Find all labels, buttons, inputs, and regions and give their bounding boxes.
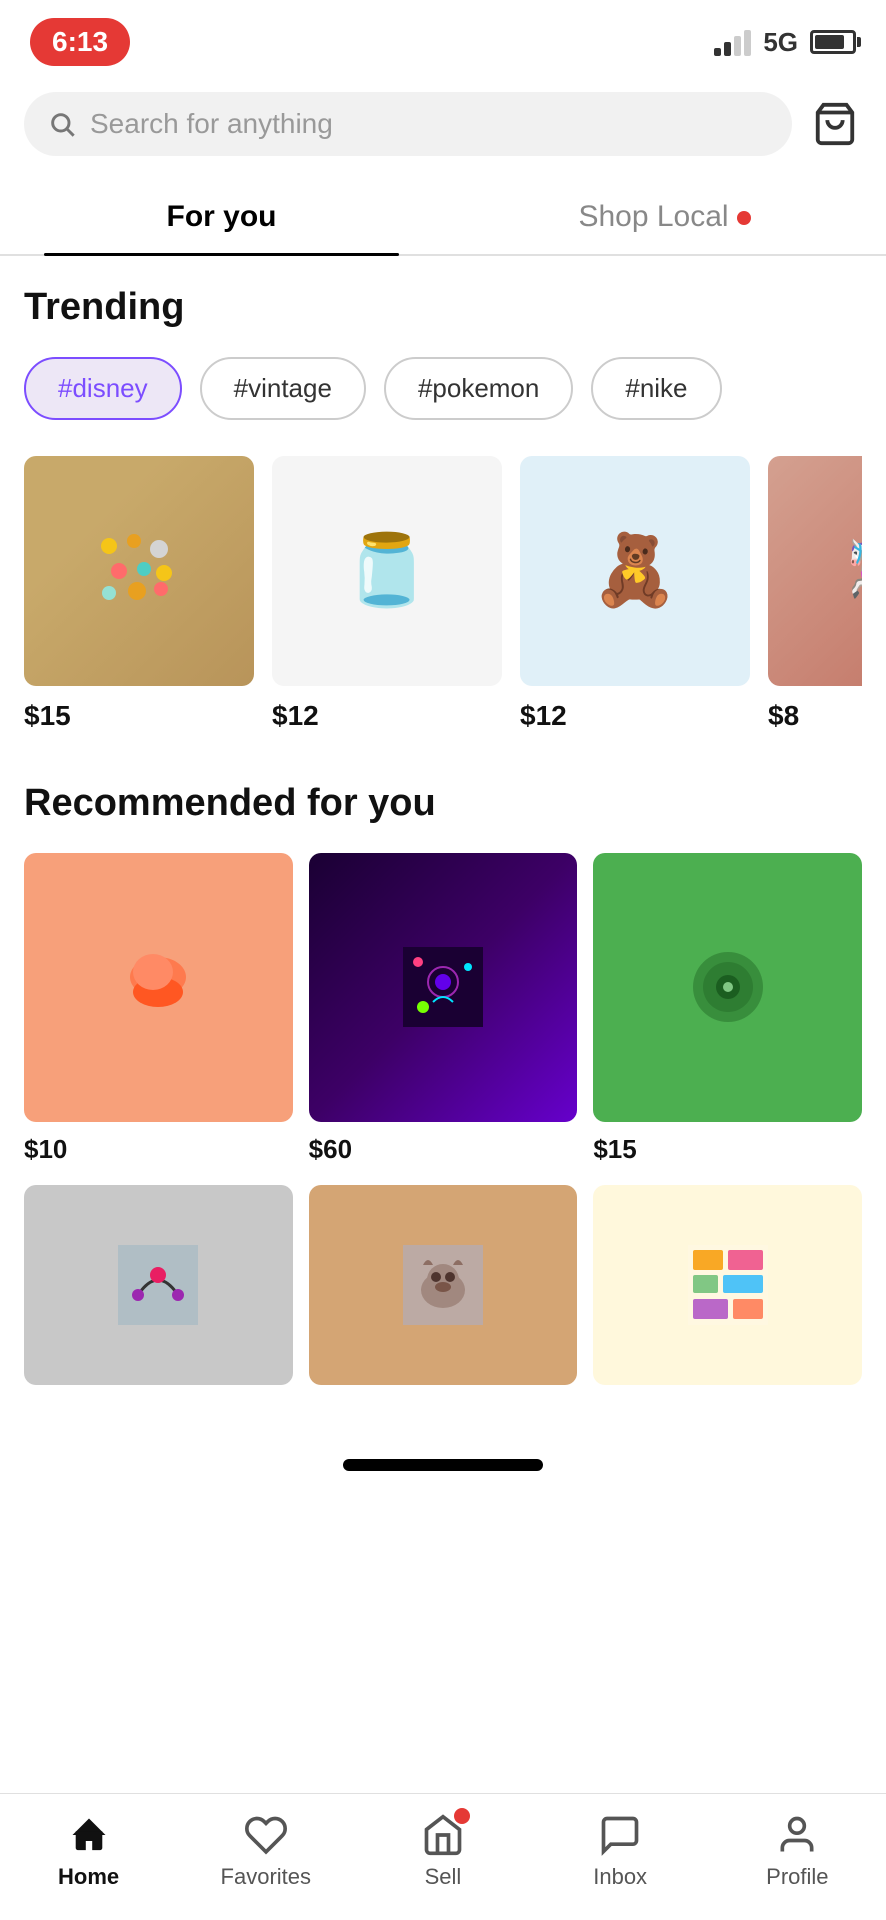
recommended-product-5[interactable] [309,1185,578,1397]
search-input-wrapper[interactable]: Search for anything [24,92,792,156]
hashtag-row: #disney #vintage #pokemon #nike [24,357,862,420]
trending-product-price-4: $8 [768,700,862,732]
recommended-image-6 [593,1185,862,1385]
recommended-image-1 [24,853,293,1122]
search-bar: Search for anything [24,92,862,156]
recommended-product-4[interactable] [24,1185,293,1397]
search-placeholder: Search for anything [90,108,333,140]
favorites-icon [243,1812,289,1858]
recommended-title: Recommended for you [24,782,862,825]
bottom-nav: Home Favorites Sell Inbox [0,1793,886,1920]
recommended-product-2[interactable]: $60 [309,853,578,1165]
recommended-image-2 [309,853,578,1122]
recommended-image-3 [593,853,862,1122]
hashtag-disney[interactable]: #disney [24,357,182,420]
nav-favorites[interactable]: Favorites [206,1812,326,1890]
recommended-product-3[interactable]: $15 [593,853,862,1165]
tab-shop-local[interactable]: Shop Local [443,180,886,254]
pins-image [24,456,254,686]
trending-product-grid: $15 🫙 $12 🧸 $12 🎠 $8 [24,456,862,732]
hashtag-nike[interactable]: #nike [591,357,721,420]
nav-inbox-label: Inbox [593,1864,647,1890]
nav-sell[interactable]: Sell [383,1812,503,1890]
nav-profile-label: Profile [766,1864,828,1890]
signal-5g-label: 5G [763,27,798,58]
home-icon [66,1812,112,1858]
recommended-price-2: $60 [309,1134,578,1165]
trending-product-image-4: 🎠 [768,456,862,686]
sell-icon [420,1812,466,1858]
nav-profile[interactable]: Profile [737,1812,857,1890]
battery-fill [815,35,844,49]
home-indicator [343,1459,543,1471]
cart-icon[interactable] [808,97,862,151]
mug-image: 🫙 [272,456,502,686]
dog-image [309,1185,578,1385]
recommended-price-1: $10 [24,1134,293,1165]
necklace-image [24,1185,293,1385]
search-icon [48,110,76,138]
recommended-price-3: $15 [593,1134,862,1165]
trending-title: Trending [24,286,862,329]
art-image [309,853,578,1122]
search-bar-container: Search for anything [0,76,886,172]
trending-product-image-3: 🧸 [520,456,750,686]
trending-product-2[interactable]: 🫙 $12 [272,456,502,732]
nav-favorites-label: Favorites [221,1864,311,1890]
signal-bar-3 [734,36,741,56]
trending-product-price-1: $15 [24,700,254,732]
nav-inbox[interactable]: Inbox [560,1812,680,1890]
recommended-row-1: $10 $60 [24,853,862,1165]
hashtag-vintage[interactable]: #vintage [200,357,366,420]
inbox-icon [597,1812,643,1858]
tabs: For you Shop Local [0,180,886,256]
trending-product-price-3: $12 [520,700,750,732]
battery-icon [810,30,856,54]
status-bar: 6:13 5G [0,0,886,76]
profile-icon [774,1812,820,1858]
stickers-image [593,1185,862,1385]
trending-product-image-1 [24,456,254,686]
tab-for-you[interactable]: For you [0,180,443,254]
nav-home-label: Home [58,1864,119,1890]
trending-product-price-2: $12 [272,700,502,732]
knit-image [24,853,293,1122]
signal-bars [714,28,751,56]
status-time: 6:13 [30,18,130,66]
nav-home[interactable]: Home [29,1812,149,1890]
trending-product-image-2: 🫙 [272,456,502,686]
recommended-row-2 [24,1185,862,1397]
recommended-image-4 [24,1185,293,1385]
hashtag-pokemon[interactable]: #pokemon [384,357,573,420]
signal-bar-1 [714,48,721,56]
misc-image: 🎠 [768,456,862,686]
trending-product-1[interactable]: $15 [24,456,254,732]
status-right: 5G [714,27,856,58]
sell-notification-dot [454,1808,470,1824]
nav-sell-label: Sell [425,1864,462,1890]
trending-product-3[interactable]: 🧸 $12 [520,456,750,732]
shop-local-dot [737,211,751,225]
signal-bar-4 [744,30,751,56]
signal-bar-2 [724,42,731,56]
plush-image: 🧸 [520,456,750,686]
recommended-product-6[interactable] [593,1185,862,1397]
main-content: Trending #disney #vintage #pokemon #nike [0,256,886,1447]
recommended-product-1[interactable]: $10 [24,853,293,1165]
green-image [593,853,862,1122]
recommended-image-5 [309,1185,578,1385]
trending-product-4[interactable]: 🎠 $8 [768,456,862,732]
